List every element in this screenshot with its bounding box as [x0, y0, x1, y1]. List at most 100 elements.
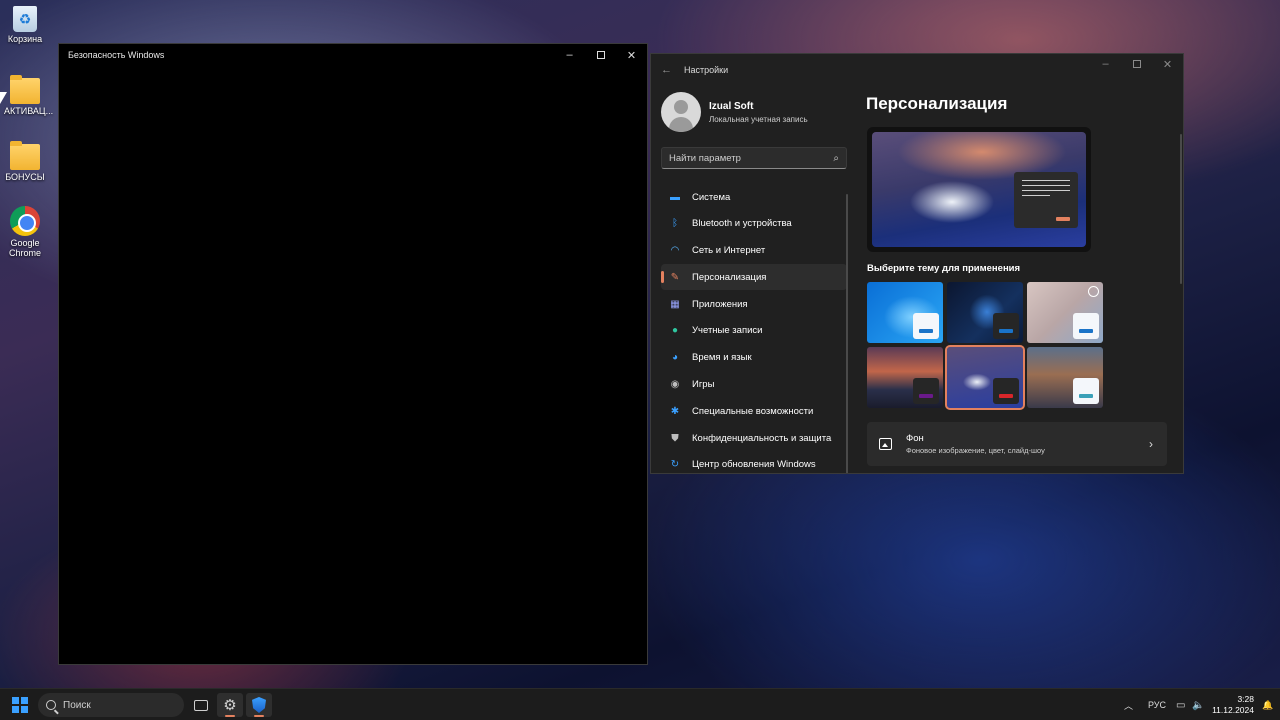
theme-tile[interactable] [1027, 347, 1103, 408]
wallpaper-preview [872, 132, 1086, 247]
gear-icon: ⚙ [223, 697, 237, 714]
security-titlebar[interactable]: Безопасность Windows – ✕ [59, 44, 647, 66]
apps-icon: ▦ [670, 298, 680, 310]
close-button[interactable]: ✕ [1152, 54, 1183, 74]
window-title: Безопасность Windows [68, 50, 165, 60]
maximize-icon [596, 51, 605, 59]
maximize-button[interactable] [1121, 54, 1152, 74]
sidebar-item[interactable]: ◕ Время и язык [661, 345, 847, 371]
recycle-bin-shortcut[interactable]: ♻ Корзина [4, 6, 46, 44]
chrome-icon [10, 206, 40, 236]
maximize-icon [1132, 60, 1141, 68]
show-hidden-icons-button[interactable]: ︿ [1124, 689, 1133, 720]
clock[interactable]: 3:28 11.12.2024 [1212, 694, 1254, 716]
person-icon: ● [671, 325, 679, 337]
background-settings-card[interactable]: Фон Фоновое изображение, цвет, слайд-шоу… [867, 422, 1167, 466]
desktop-icon-label: БОНУСЫ [5, 172, 45, 182]
sidebar-item-label: Персонализация [692, 271, 767, 283]
bell-icon: 🔔 [1262, 699, 1274, 710]
brush-icon: ✎ [670, 271, 680, 283]
sidebar-item-label: Система [692, 191, 731, 203]
task-view-icon [194, 699, 208, 711]
theme-preview [867, 127, 1091, 252]
theme-tile[interactable] [1027, 282, 1103, 343]
taskbar-settings-app[interactable]: ⚙ [217, 693, 243, 717]
search-icon: ⌕ [833, 152, 839, 164]
sidebar-item-label: Учетные записи [692, 325, 763, 337]
sidebar-item[interactable]: ᛒ Bluetooth и устройства [661, 211, 847, 237]
sidebar-item-label: Сеть и Интернет [692, 245, 766, 257]
update-icon: ↻ [670, 459, 680, 471]
wifi-icon: ◠ [670, 245, 680, 257]
theme-tile[interactable] [867, 282, 943, 343]
sidebar-item[interactable]: ◉ Игры [661, 372, 847, 398]
sidebar-item-label: Время и язык [692, 352, 752, 364]
accessibility-icon: ✱ [670, 405, 680, 417]
sidebar-item[interactable]: ▦ Приложения [661, 291, 847, 317]
folder-icon [10, 75, 40, 104]
mouse-cursor-icon [0, 92, 7, 104]
recycle-bin-icon: ♻ [13, 6, 37, 32]
sidebar-item[interactable]: ◠ Сеть и Интернет [661, 238, 847, 264]
sidebar-item[interactable]: ✎ Персонализация [661, 264, 847, 291]
volume-button[interactable]: 🔈 [1192, 689, 1204, 720]
desktop-icon-label: Корзина [7, 34, 43, 44]
volume-icon: 🔈 [1192, 699, 1205, 711]
windows-logo-icon [12, 697, 19, 704]
taskbar-search-label: Поиск [63, 699, 91, 711]
monitor-icon: ▬ [670, 191, 680, 203]
minimize-button[interactable]: – [1090, 54, 1121, 74]
avatar [661, 92, 701, 132]
theme-tile[interactable] [947, 282, 1023, 343]
close-button[interactable]: ✕ [616, 44, 647, 66]
sidebar-item-label: Конфиденциальность и защита [692, 432, 832, 444]
chrome-shortcut[interactable]: Google Chrome [4, 206, 46, 258]
chevron-up-icon: ︿ [1124, 700, 1134, 711]
taskbar-security-app[interactable] [246, 693, 272, 717]
maximize-button[interactable] [585, 44, 616, 66]
page-title: Персонализация [866, 94, 1008, 113]
content-scrollbar[interactable] [1180, 134, 1182, 284]
theme-tile[interactable] [867, 347, 943, 408]
bluetooth-icon: ᛒ [672, 218, 678, 230]
windows-security-window: Безопасность Windows – ✕ [58, 43, 648, 665]
sidebar-item[interactable]: ⛊ Конфиденциальность и защита [661, 425, 847, 451]
bonus-folder-shortcut[interactable]: БОНУСЫ [4, 141, 46, 182]
camera-icon [1088, 286, 1099, 297]
desktop-icon-label: АКТИВАЦ... [4, 106, 54, 116]
language-indicator[interactable]: РУС [1148, 689, 1166, 720]
sidebar-item-label: Игры [692, 379, 715, 391]
card-title: Фон [906, 433, 924, 444]
activation-folder-shortcut[interactable]: АКТИВАЦ... [4, 75, 54, 116]
nav-scrollbar[interactable] [846, 194, 848, 473]
back-button[interactable]: ← [661, 64, 672, 76]
settings-window: ← Настройки – ✕ Izual Soft Локальная уче… [650, 53, 1184, 474]
sidebar-item-label: Приложения [692, 298, 748, 310]
preview-window-sample [1014, 172, 1078, 228]
notifications-button[interactable]: 🔔 [1262, 689, 1273, 720]
globe-icon: ◕ [671, 352, 679, 364]
sidebar-item-label: Центр обновления Windows [692, 459, 816, 471]
start-button[interactable] [12, 697, 28, 713]
account-type: Локальная учетная запись [709, 114, 808, 124]
sidebar-item[interactable]: ● Учетные записи [661, 318, 847, 344]
taskbar-search[interactable]: Поиск [38, 693, 184, 717]
gamepad-icon: ◉ [670, 379, 680, 391]
card-subtitle: Фоновое изображение, цвет, слайд-шоу [906, 446, 1045, 455]
user-profile[interactable]: Izual Soft Локальная учетная запись [661, 92, 808, 132]
time: 3:28 [1237, 694, 1254, 704]
settings-search-input[interactable]: Найти параметр ⌕ [661, 147, 847, 169]
network-button[interactable]: ▭ [1176, 689, 1185, 720]
minimize-button[interactable]: – [554, 44, 585, 66]
image-icon [879, 438, 892, 450]
sidebar-item[interactable]: ✱ Специальные возможности [661, 398, 847, 424]
task-view-button[interactable] [188, 693, 214, 717]
sidebar-item[interactable]: ↻ Центр обновления Windows [661, 452, 847, 473]
language-label: РУС [1148, 700, 1167, 710]
date: 11.12.2024 [1212, 705, 1254, 715]
theme-tile-selected[interactable] [945, 345, 1025, 410]
settings-titlebar[interactable]: ← Настройки – ✕ [651, 54, 1183, 86]
settings-nav: ▬ Система ᛒ Bluetooth и устройства ◠ Сеть и И… [661, 184, 847, 473]
window-title: Настройки [684, 65, 729, 75]
sidebar-item[interactable]: ▬ Система [661, 184, 847, 210]
